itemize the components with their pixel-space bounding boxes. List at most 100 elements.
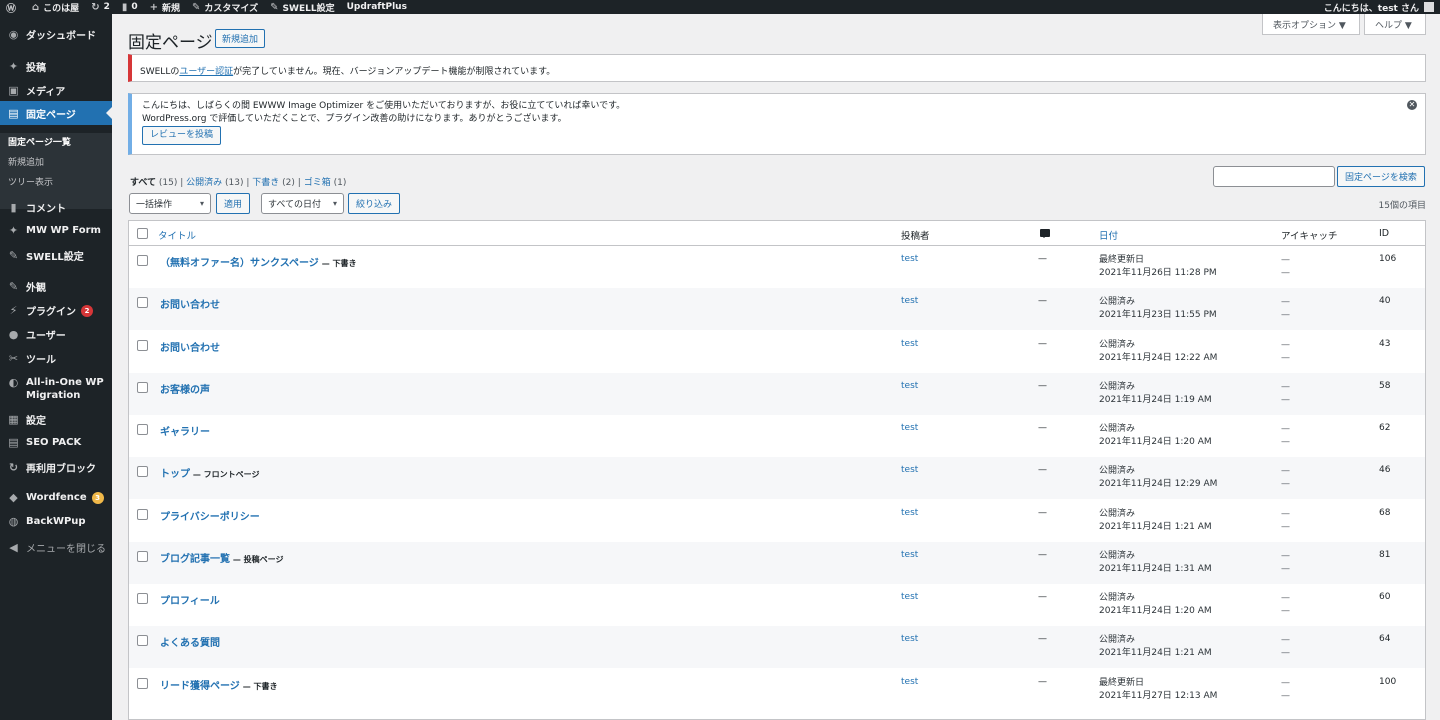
row-checkbox[interactable]	[137, 340, 148, 351]
submenu-all-pages[interactable]: 固定ページ一覧	[8, 135, 71, 148]
page-title-link[interactable]: プロフィール	[160, 596, 220, 607]
sidebar-item-appearance[interactable]: ✎ 外観	[0, 279, 112, 294]
author-link[interactable]: test	[901, 465, 918, 475]
sidebar-item-settings[interactable]: ▦ 設定	[0, 412, 112, 427]
page-title-link[interactable]: よくある質問	[160, 638, 220, 649]
page-title-link[interactable]: （無料オファー名）サンクスページ	[160, 258, 319, 269]
sidebar-item-posts[interactable]: ✦ 投稿	[0, 59, 112, 74]
sidebar-item-pages[interactable]: ▤ 固定ページ	[0, 101, 112, 125]
user-auth-link[interactable]: ユーザー認証	[179, 67, 233, 77]
row-checkbox[interactable]	[137, 297, 148, 308]
sidebar-item-media[interactable]: ▣ メディア	[0, 83, 112, 98]
submenu-tree-view[interactable]: ツリー表示	[8, 175, 53, 188]
date-filter-select[interactable]: すべての日付 ▾	[261, 193, 344, 214]
comments-link[interactable]: ▮ 0	[116, 0, 144, 14]
submenu-add-new[interactable]: 新規追加	[8, 155, 44, 168]
help-tab[interactable]: ヘルプ ▼	[1364, 14, 1426, 35]
brush-icon: ✎	[8, 280, 19, 293]
new-content-link[interactable]: + 新規	[144, 0, 186, 14]
collapse-menu-button[interactable]: ◀ メニューを閉じる	[0, 540, 112, 555]
author-link[interactable]: test	[901, 296, 918, 306]
id-cell: 68	[1379, 508, 1391, 518]
author-link[interactable]: test	[901, 508, 918, 518]
updates-link[interactable]: ↻ 2	[85, 0, 116, 14]
row-checkbox[interactable]	[137, 593, 148, 604]
pages-submenu: 固定ページ一覧 新規追加 ツリー表示	[0, 133, 112, 209]
post-state: — フロントページ	[192, 470, 260, 479]
sidebar-item-tools[interactable]: ✂ ツール	[0, 351, 112, 366]
post-state: — 下書き	[321, 259, 357, 268]
search-pages-button[interactable]: 固定ページを検索	[1337, 166, 1425, 187]
site-name-link[interactable]: ⌂ このは屋	[26, 0, 85, 14]
author-link[interactable]: test	[901, 592, 918, 602]
sidebar-item-swell[interactable]: ✎ SWELL設定	[0, 248, 112, 263]
row-checkbox[interactable]	[137, 255, 148, 266]
page-title-link[interactable]: お問い合わせ	[160, 300, 220, 311]
sidebar-item-all-in-one-migration[interactable]: ◐ All-in-One WP Migration	[0, 376, 112, 402]
table-row: トップ — フロントページ test — 公開済み 2021年11月24日 12:29 …	[129, 457, 1425, 499]
row-checkbox[interactable]	[137, 382, 148, 393]
add-new-page-button[interactable]: 新規追加	[215, 29, 266, 48]
table-row: お問い合わせ test — 公開済み 2021年11月24日 12:22 AM — — 43	[129, 331, 1425, 373]
row-checkbox[interactable]	[137, 424, 148, 435]
author-link[interactable]: test	[901, 381, 918, 391]
author-link[interactable]: test	[901, 423, 918, 433]
column-date[interactable]: 日付	[1099, 228, 1118, 242]
filter-published[interactable]: 公開済み	[186, 178, 222, 188]
filter-button[interactable]: 絞り込み	[348, 193, 401, 214]
filter-draft[interactable]: 下書き	[252, 178, 279, 188]
page-title-link[interactable]: お問い合わせ	[160, 343, 220, 354]
author-link[interactable]: test	[901, 339, 918, 349]
filter-all[interactable]: すべて	[130, 178, 156, 188]
close-icon[interactable]: ✕	[1407, 100, 1417, 110]
author-link[interactable]: test	[901, 634, 918, 644]
search-input[interactable]	[1213, 166, 1335, 187]
sidebar-item-mw-wp-form[interactable]: ✦ MW WP Form	[0, 224, 112, 237]
sidebar-item-plugins[interactable]: ⚡ プラグイン 2	[0, 303, 112, 318]
updraftplus-link[interactable]: UpdraftPlus	[341, 0, 413, 14]
my-account-link[interactable]: こんにちは、test さん	[1324, 1, 1440, 14]
apply-button[interactable]: 適用	[216, 193, 251, 214]
sidebar-item-seo-pack[interactable]: ▤ SEO PACK	[0, 436, 112, 449]
comment-icon: ▮	[10, 201, 17, 214]
row-checkbox[interactable]	[137, 466, 148, 477]
sidebar-item-dashboard[interactable]: ◉ ダッシュボード	[0, 27, 112, 42]
page-title-link[interactable]: お客様の声	[160, 385, 210, 396]
customize-link[interactable]: ✎ カスタマイズ	[186, 0, 264, 14]
page-title-link[interactable]: トップ	[160, 469, 190, 480]
comment-count: —	[1038, 296, 1047, 306]
seo-icon: ▤	[8, 436, 19, 449]
avatar	[1424, 2, 1434, 12]
screen-options-tab[interactable]: 表示オプション ▼	[1262, 14, 1360, 35]
author-link[interactable]: test	[901, 550, 918, 560]
sidebar-item-wordfence[interactable]: ◆ Wordfence 3	[0, 491, 112, 504]
row-checkbox[interactable]	[137, 551, 148, 562]
sidebar-item-users[interactable]: ● ユーザー	[0, 327, 112, 342]
eyecatch-cell: — —	[1281, 255, 1290, 278]
eyecatch-cell: — —	[1281, 593, 1290, 616]
id-cell: 58	[1379, 381, 1391, 391]
post-review-button[interactable]: レビューを投稿	[142, 126, 222, 145]
eyecatch-cell: — —	[1281, 382, 1290, 405]
row-checkbox[interactable]	[137, 635, 148, 646]
column-title[interactable]: タイトル	[158, 228, 196, 242]
page-title-link[interactable]: ギャラリー	[160, 427, 210, 438]
swell-settings-link[interactable]: ✎ SWELL設定	[264, 0, 340, 14]
row-checkbox[interactable]	[137, 678, 148, 689]
sidebar-item-backwpup[interactable]: ◍ BackWPup	[0, 515, 112, 528]
row-checkbox[interactable]	[137, 509, 148, 520]
date-cell: 公開済み 2021年11月24日 1:20 AM	[1099, 593, 1212, 616]
sidebar-item-comments[interactable]: ▮ コメント	[0, 200, 112, 215]
wordpress-logo-icon[interactable]: Ⓦ	[0, 0, 26, 15]
select-all-checkbox[interactable]	[137, 228, 148, 239]
comment-count: —	[1038, 550, 1047, 560]
filter-trash[interactable]: ゴミ箱	[304, 178, 331, 188]
page-title-link[interactable]: ブログ記事一覧	[160, 554, 230, 565]
swell-icon: ✎	[8, 249, 19, 262]
author-link[interactable]: test	[901, 677, 918, 687]
bulk-action-select[interactable]: 一括操作 ▾	[129, 193, 211, 214]
page-title-link[interactable]: リード獲得ページ	[160, 681, 240, 692]
page-title-link[interactable]: プライバシーポリシー	[160, 512, 260, 523]
author-link[interactable]: test	[901, 254, 918, 264]
sidebar-item-reusable-blocks[interactable]: ↻ 再利用ブロック	[0, 460, 112, 475]
